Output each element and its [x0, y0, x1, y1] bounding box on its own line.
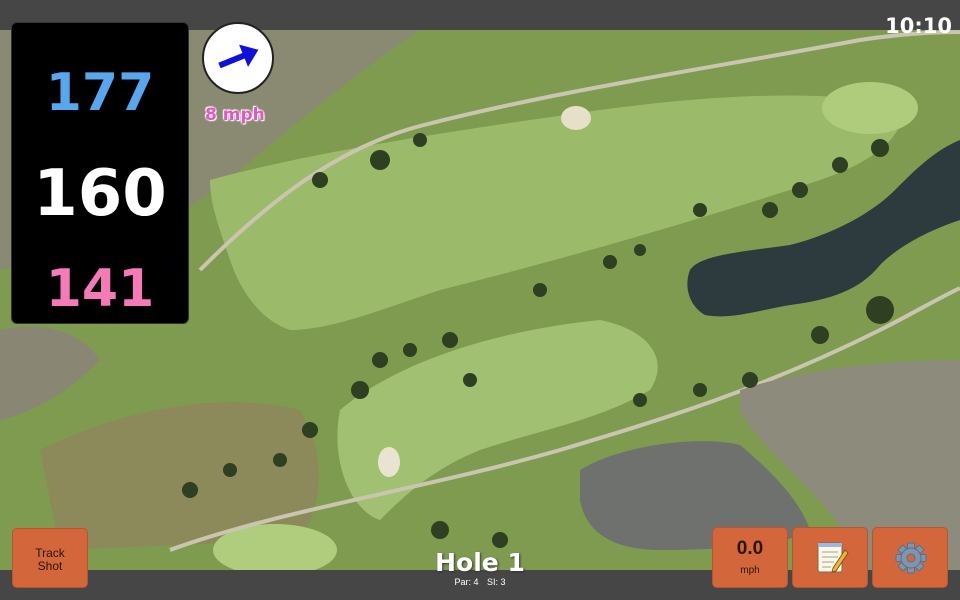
map-bunker-lower	[378, 447, 400, 477]
hole-stroke-index: SI: 3	[487, 577, 506, 587]
wind-speed-label: 8 mph	[205, 105, 265, 125]
settings-button[interactable]	[872, 527, 948, 588]
yardage-back: 177	[45, 63, 155, 123]
map-bunker-top	[561, 106, 591, 130]
map-green-top	[822, 82, 918, 134]
hole-meta: Par: 4 SI: 3	[380, 577, 580, 587]
speed-unit: mph	[740, 565, 760, 576]
track-shot-label-line2: Shot	[37, 559, 63, 573]
gear-icon	[895, 542, 927, 574]
yardage-center: 160	[33, 157, 167, 231]
wind-arrow-icon	[218, 44, 259, 69]
hole-title: Hole 1	[435, 548, 525, 577]
wind-direction-dial[interactable]	[202, 22, 274, 94]
yardage-panel: 177 160 141	[11, 22, 189, 324]
status-clock: 10:10	[885, 14, 952, 38]
notes-button[interactable]	[792, 527, 868, 588]
notepad-icon	[817, 542, 849, 573]
track-shot-button[interactable]: Track Shot	[12, 528, 88, 588]
yardage-front: 141	[45, 259, 155, 319]
hole-par: Par: 4	[454, 577, 479, 587]
speed-button[interactable]: 0.0 mph	[712, 527, 788, 588]
golf-gps-screen: 10:10 177 160 141 8 mph Track Shot Hole …	[0, 0, 960, 600]
speed-value: 0.0	[736, 538, 764, 559]
